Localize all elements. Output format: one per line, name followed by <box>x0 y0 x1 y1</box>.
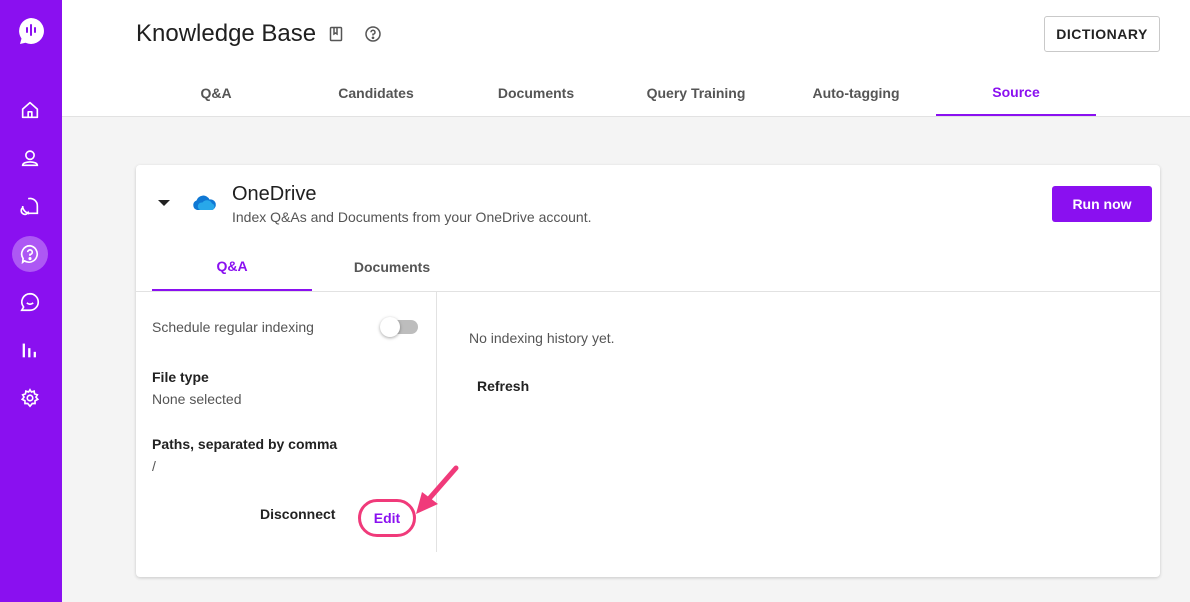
sidebar-item-knowledge-base[interactable] <box>12 236 48 272</box>
sidebar-item-users[interactable] <box>12 140 48 176</box>
conversations-icon <box>20 197 39 216</box>
settings-icon <box>20 388 40 408</box>
source-description: Index Q&As and Documents from your OneDr… <box>232 209 592 225</box>
tab-qa[interactable]: Q&A <box>136 70 296 116</box>
sidebar-item-home[interactable] <box>12 92 48 128</box>
source-title: OneDrive <box>232 183 317 205</box>
tab-query-training[interactable]: Query Training <box>616 70 776 116</box>
header: Knowledge Base DICTIONARY Q&A Candidates… <box>62 0 1190 117</box>
collapse-caret-icon[interactable] <box>158 200 170 206</box>
run-now-button[interactable]: Run now <box>1052 186 1152 222</box>
schedule-toggle[interactable] <box>380 317 418 337</box>
paths-value: / <box>152 458 156 474</box>
indexing-history-text: No indexing history yet. <box>469 330 615 346</box>
chat-icon <box>20 292 39 312</box>
sidebar-item-conversations[interactable] <box>12 188 48 224</box>
help-icon[interactable] <box>364 25 382 43</box>
knowledge-base-icon <box>20 244 39 265</box>
tab-source[interactable]: Source <box>936 70 1096 116</box>
sidebar <box>0 0 62 602</box>
tab-auto-tagging[interactable]: Auto-tagging <box>776 70 936 116</box>
tab-candidates[interactable]: Candidates <box>296 70 456 116</box>
book-icon[interactable] <box>327 25 345 43</box>
refresh-button[interactable]: Refresh <box>477 378 529 394</box>
sidebar-item-settings[interactable] <box>12 380 48 416</box>
sidebar-item-chat[interactable] <box>12 284 48 320</box>
disconnect-button[interactable]: Disconnect <box>260 506 335 522</box>
onedrive-icon <box>193 195 216 210</box>
page-title: Knowledge Base <box>136 20 317 47</box>
annotation-arrow-icon <box>416 465 459 514</box>
file-type-label: File type <box>152 369 209 385</box>
analytics-icon <box>22 343 36 358</box>
source-card: OneDrive Index Q&As and Documents from y… <box>136 165 1160 577</box>
source-tab-qa[interactable]: Q&A <box>152 243 312 291</box>
user-icon <box>21 150 39 167</box>
paths-label: Paths, separated by comma <box>152 436 338 452</box>
file-type-value: None selected <box>152 391 242 407</box>
chat-logo-icon[interactable] <box>16 16 46 46</box>
schedule-label: Schedule regular indexing <box>152 319 314 335</box>
home-icon <box>21 101 39 119</box>
divider <box>136 291 1160 292</box>
tab-documents[interactable]: Documents <box>456 70 616 116</box>
sidebar-item-analytics[interactable] <box>12 332 48 368</box>
source-tab-documents[interactable]: Documents <box>312 243 472 291</box>
dictionary-button[interactable]: DICTIONARY <box>1044 16 1160 52</box>
